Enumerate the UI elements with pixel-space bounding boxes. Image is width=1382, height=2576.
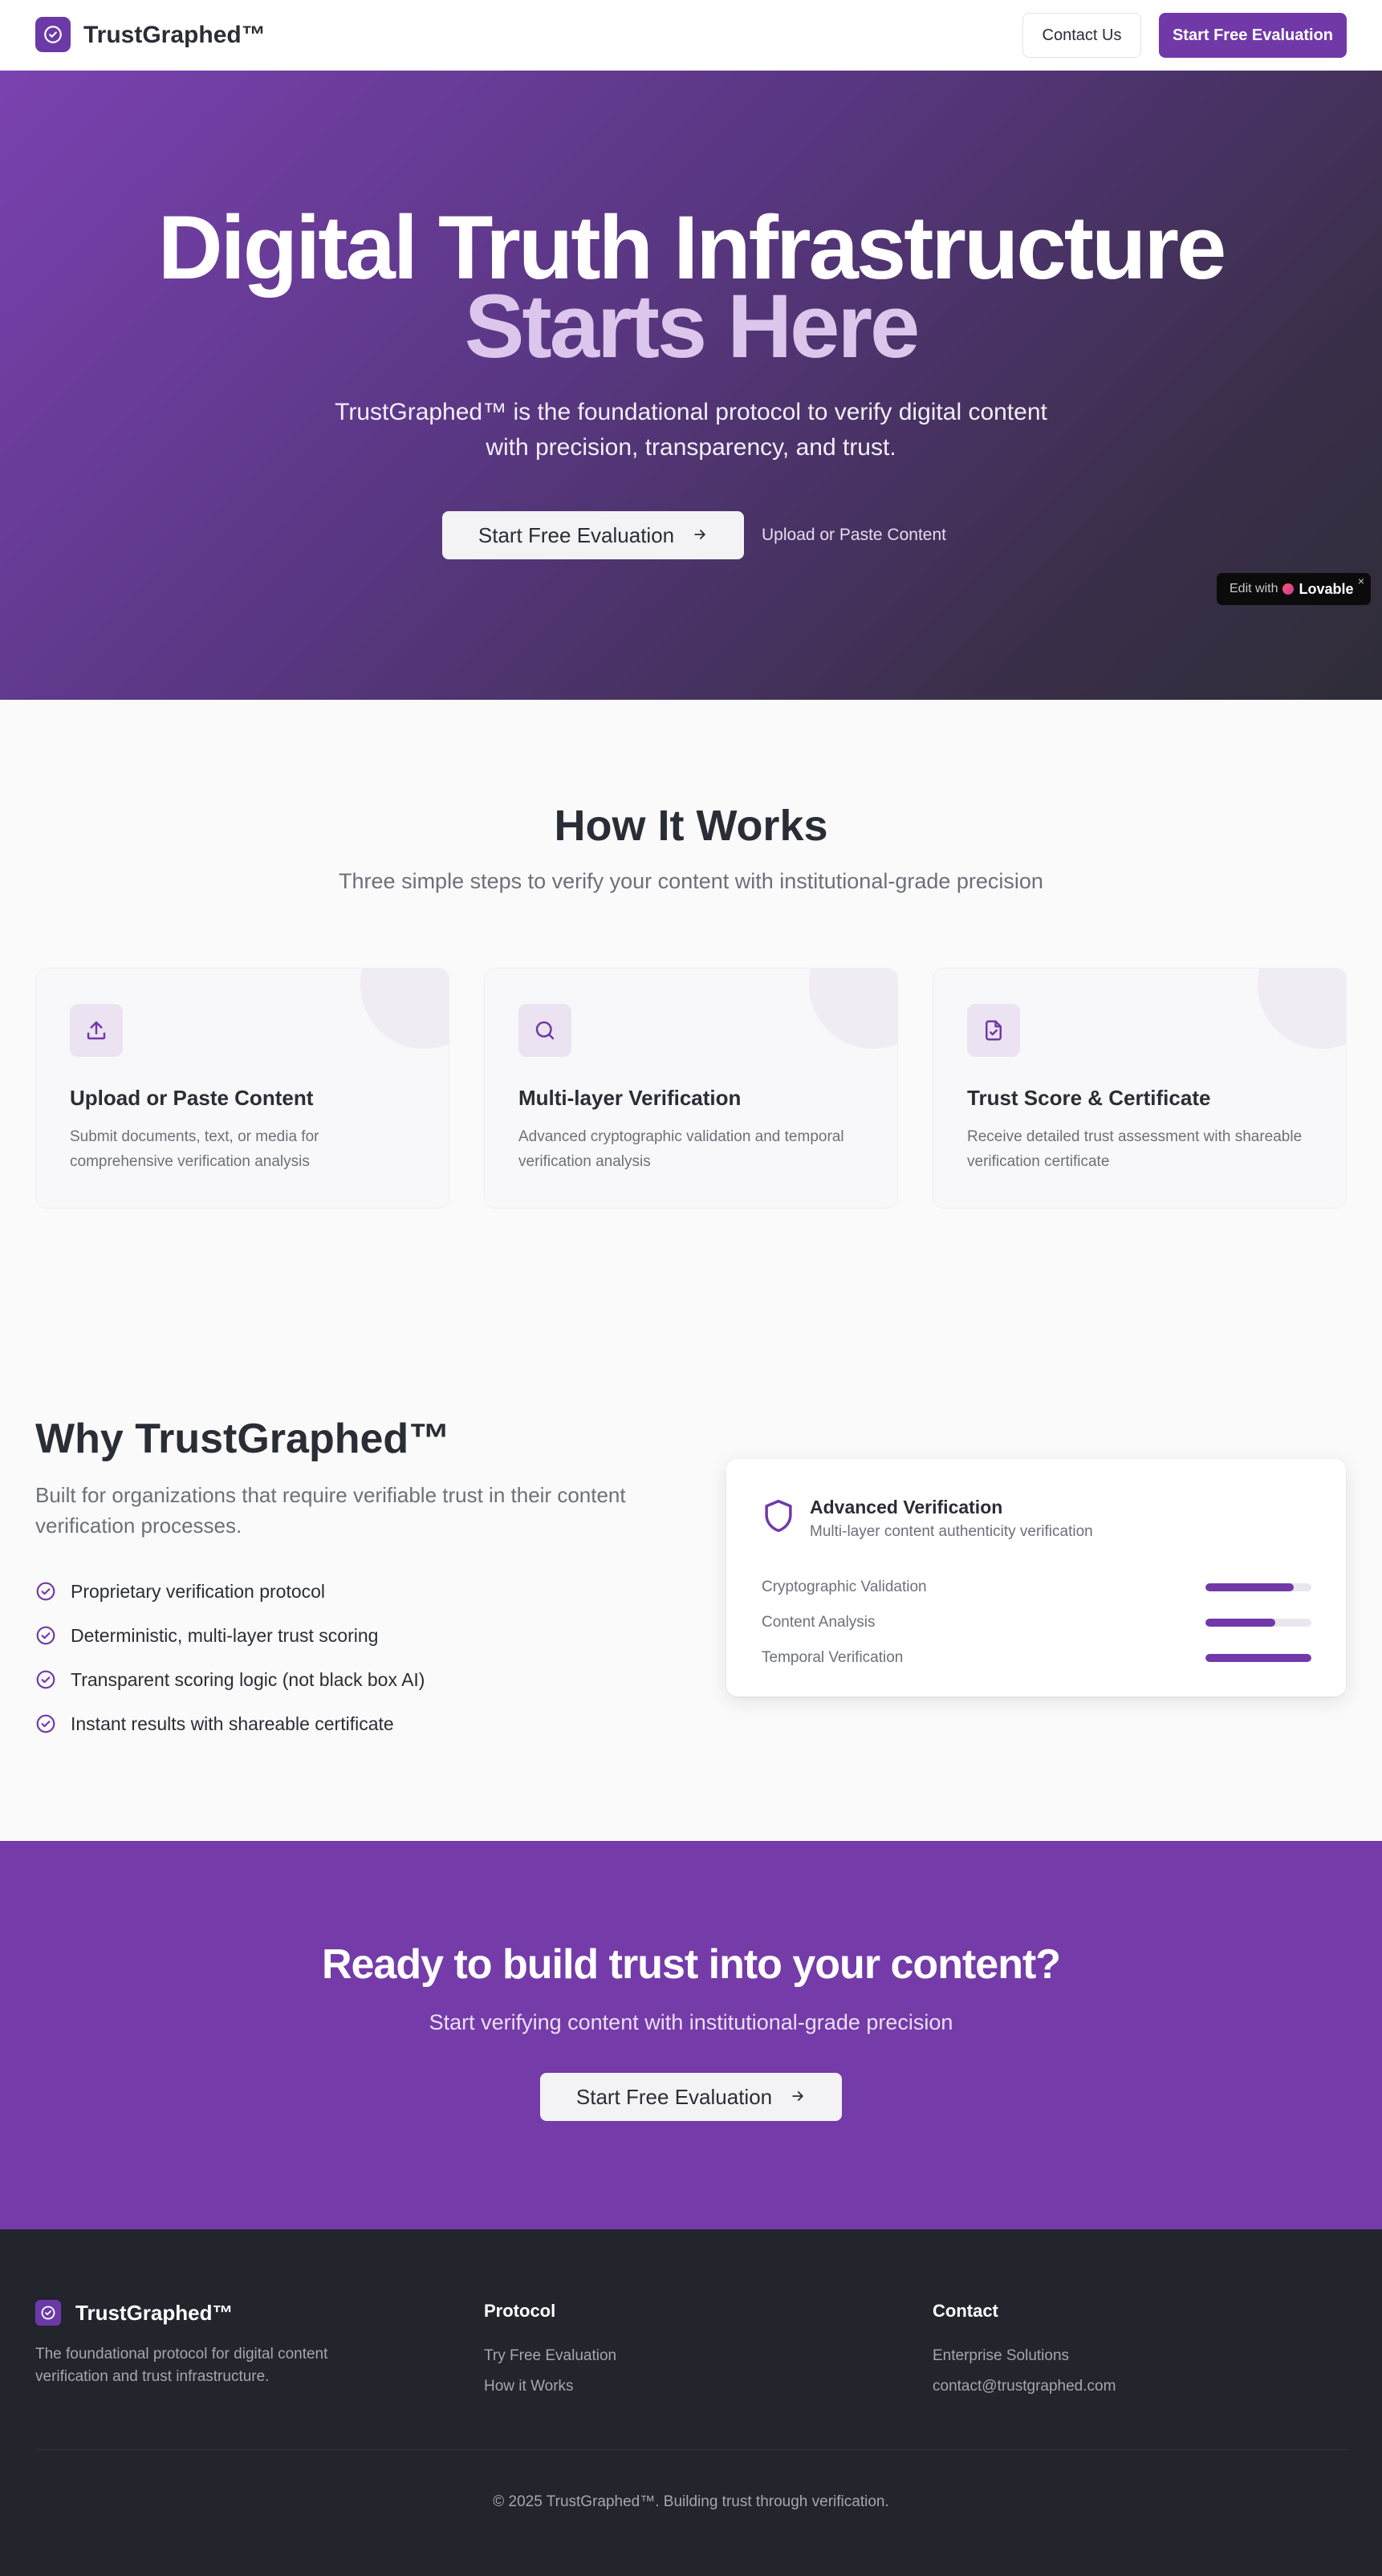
cta-button-label: Start Free Evaluation bbox=[575, 2084, 773, 2109]
cta-subtitle: Start verifying content with institution… bbox=[429, 2010, 953, 2034]
feature-text: Instant results with shareable certifica… bbox=[71, 1713, 394, 1734]
shield-icon bbox=[765, 1499, 792, 1533]
file-check-icon bbox=[967, 1004, 1020, 1057]
feature-text: Deterministic, multi-layer trust scoring bbox=[71, 1625, 379, 1646]
metric-bar-fill bbox=[1205, 1619, 1276, 1627]
top-navbar: TrustGraphed™ Contact Us Start Free Eval… bbox=[0, 0, 1382, 71]
check-circle-icon bbox=[36, 1582, 55, 1601]
search-icon bbox=[518, 1004, 571, 1057]
feature-text: Proprietary verification protocol bbox=[71, 1581, 326, 1602]
metric-bar bbox=[1205, 1654, 1311, 1662]
footer-link-try-free-evaluation[interactable]: Try Free Evaluation bbox=[484, 2346, 616, 2366]
feature-item: Proprietary verification protocol bbox=[35, 1579, 325, 1603]
upload-or-paste-link[interactable]: Upload or Paste Content bbox=[762, 525, 946, 546]
step-description: Advanced cryptographic validation and te… bbox=[518, 1128, 844, 1170]
arrow-right-icon bbox=[692, 523, 708, 548]
feature-item: Instant results with shareable certifica… bbox=[35, 1712, 394, 1736]
check-circle-icon bbox=[36, 1714, 55, 1733]
footer: TrustGraphed™ The foundational protocol … bbox=[0, 2229, 1382, 2576]
hero-subtitle: TrustGraphed™ is the foundational protoc… bbox=[335, 399, 1047, 461]
footer-link-email[interactable]: contact@trustgraphed.com bbox=[933, 2377, 1116, 2396]
advanced-verification-card: Advanced Verification Multi-layer conten… bbox=[726, 1459, 1346, 1696]
why-subtitle: Built for organizations that require ver… bbox=[35, 1483, 626, 1538]
brand-name[interactable]: TrustGraphed™ bbox=[83, 20, 266, 51]
footer-link-how-it-works[interactable]: How it Works bbox=[484, 2377, 574, 2396]
footer-brand[interactable]: TrustGraphed™ bbox=[75, 2300, 233, 2326]
how-it-works-title: How It Works bbox=[554, 802, 828, 850]
step-title: Trust Score & Certificate bbox=[967, 1086, 1211, 1110]
lovable-heart-icon bbox=[1282, 583, 1295, 595]
metric-bar bbox=[1205, 1583, 1311, 1591]
edit-with-lovable-badge[interactable]: Edit with Lovable × bbox=[1217, 573, 1371, 605]
footer-description: The foundational protocol for digital co… bbox=[35, 2346, 328, 2385]
metric-label: Temporal Verification bbox=[762, 1649, 904, 1666]
check-circle-icon bbox=[36, 1626, 55, 1645]
footer-link-enterprise-solutions[interactable]: Enterprise Solutions bbox=[933, 2346, 1069, 2366]
footer-logo-icon[interactable] bbox=[35, 2300, 61, 2326]
lovable-edit-text: Edit with bbox=[1230, 582, 1278, 595]
arrow-right-icon bbox=[790, 2085, 806, 2110]
footer-copyright: © 2025 TrustGraphed™. Building trust thr… bbox=[493, 2493, 889, 2510]
step-card-certificate: Trust Score & Certificate Receive detail… bbox=[933, 968, 1347, 1209]
metric-label: Content Analysis bbox=[762, 1614, 876, 1631]
step-title: Upload or Paste Content bbox=[70, 1086, 314, 1110]
verification-card-subtitle: Multi-layer content authenticity verific… bbox=[810, 1523, 1093, 1540]
step-description: Submit documents, text, or media for com… bbox=[70, 1128, 319, 1170]
lovable-brand: Lovable bbox=[1299, 580, 1354, 597]
step-card-verification: Multi-layer Verification Advanced crypto… bbox=[484, 968, 898, 1209]
start-free-evaluation-nav-button[interactable]: Start Free Evaluation bbox=[1159, 13, 1347, 58]
cta-title: Ready to build trust into your content? bbox=[321, 1941, 1061, 1988]
cta-start-evaluation-button[interactable]: Start Free Evaluation bbox=[540, 2073, 842, 2121]
hero-start-evaluation-button[interactable]: Start Free Evaluation bbox=[442, 511, 744, 559]
hero-button-label: Start Free Evaluation bbox=[478, 522, 675, 547]
feature-item: Deterministic, multi-layer trust scoring bbox=[35, 1623, 378, 1648]
hero-section: Digital Truth Infrastructure Starts Here… bbox=[0, 71, 1382, 700]
step-card-upload: Upload or Paste Content Submit documents… bbox=[35, 968, 449, 1209]
logo-icon[interactable] bbox=[35, 17, 71, 52]
feature-text: Transparent scoring logic (not black box… bbox=[71, 1669, 425, 1690]
check-circle-icon bbox=[36, 1670, 55, 1689]
metric-bar bbox=[1205, 1619, 1311, 1627]
cta-section: Ready to build trust into your content? … bbox=[0, 1841, 1382, 2229]
step-description: Receive detailed trust assessment with s… bbox=[967, 1128, 1303, 1170]
decorative-circle bbox=[1258, 969, 1346, 1049]
footer-contact-heading: Contact bbox=[933, 2301, 998, 2321]
metric-bar-fill bbox=[1205, 1583, 1294, 1591]
decorative-circle bbox=[360, 969, 449, 1049]
why-title: Why TrustGraphed™ bbox=[35, 1416, 451, 1462]
verification-card-title: Advanced Verification bbox=[810, 1497, 1003, 1518]
feature-item: Transparent scoring logic (not black box… bbox=[35, 1668, 425, 1692]
contact-us-button[interactable]: Contact Us bbox=[1022, 13, 1141, 58]
metric-bar-fill bbox=[1205, 1654, 1311, 1662]
how-it-works-subtitle: Three simple steps to verify your conten… bbox=[339, 869, 1043, 893]
upload-icon bbox=[70, 1004, 123, 1057]
hero-title-highlight: Starts Here bbox=[464, 276, 921, 376]
footer-protocol-heading: Protocol bbox=[484, 2301, 556, 2321]
close-icon[interactable]: × bbox=[1358, 575, 1364, 587]
metric-label: Cryptographic Validation bbox=[762, 1579, 927, 1595]
step-title: Multi-layer Verification bbox=[518, 1086, 742, 1110]
footer-divider bbox=[35, 2449, 1347, 2450]
decorative-circle bbox=[809, 969, 897, 1049]
